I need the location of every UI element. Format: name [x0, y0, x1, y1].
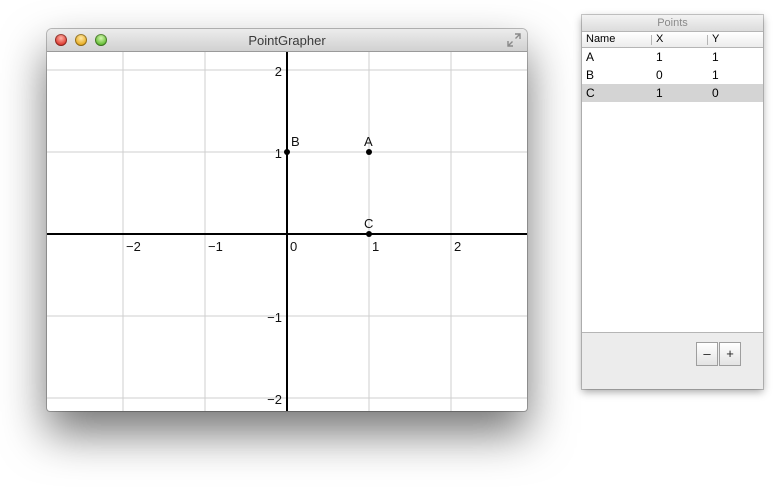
- point-label: A: [364, 134, 373, 149]
- cell-name: C: [586, 86, 595, 100]
- point-marker[interactable]: [284, 149, 290, 155]
- main-window: PointGrapher −2 −1 0 1 2 2 1 −1 −2 A B C: [47, 29, 527, 411]
- title-bar[interactable]: PointGrapher: [47, 29, 527, 52]
- graph-canvas[interactable]: −2 −1 0 1 2 2 1 −1 −2 A B C: [47, 52, 527, 411]
- axes: [47, 52, 527, 411]
- point-label: C: [364, 216, 373, 231]
- column-divider[interactable]: [707, 35, 708, 45]
- table-row[interactable]: B 0 1: [582, 66, 763, 84]
- point-label: B: [291, 134, 300, 149]
- x-tick-label: −2: [126, 239, 141, 254]
- y-tick-label: 1: [275, 146, 282, 161]
- x-tick-label: 1: [372, 239, 379, 254]
- tick-labels: −2 −1 0 1 2 2 1 −1 −2: [126, 64, 461, 407]
- points-table[interactable]: Name X Y A 1 1 B 0 1 C 1 0: [582, 32, 763, 333]
- add-point-button[interactable]: +: [719, 342, 741, 366]
- y-tick-label: −1: [267, 310, 282, 325]
- point-marker[interactable]: [366, 149, 372, 155]
- y-tick-label: −2: [267, 392, 282, 407]
- window-title: PointGrapher: [248, 33, 326, 48]
- x-tick-label: −1: [208, 239, 223, 254]
- y-tick-label: 2: [275, 64, 282, 79]
- table-header: Name X Y: [582, 32, 763, 48]
- point-marker[interactable]: [366, 231, 372, 237]
- table-body: A 1 1 B 0 1 C 1 0: [582, 48, 763, 102]
- cell-y: 0: [712, 86, 719, 100]
- panel-title-bar[interactable]: Points: [582, 15, 763, 32]
- x-tick-label: 2: [454, 239, 461, 254]
- column-header-name[interactable]: Name: [586, 32, 651, 47]
- cell-name: A: [586, 50, 595, 64]
- panel-title: Points: [657, 17, 688, 29]
- fullscreen-icon[interactable]: [507, 33, 521, 47]
- column-header-y[interactable]: Y: [712, 32, 757, 47]
- cell-name: B: [586, 68, 595, 82]
- cell-y: 1: [712, 68, 719, 82]
- cell-x: 1: [656, 50, 663, 64]
- points-panel: Points Name X Y A 1 1 B 0 1 C 1 0 – +: [582, 15, 763, 389]
- remove-point-button[interactable]: –: [696, 342, 718, 366]
- column-header-x[interactable]: X: [656, 32, 706, 47]
- table-row[interactable]: A 1 1: [582, 48, 763, 66]
- cell-y: 1: [712, 50, 719, 64]
- cell-x: 0: [656, 68, 663, 82]
- points-layer: A B C: [284, 134, 373, 237]
- x-tick-label: 0: [290, 239, 297, 254]
- cell-x: 1: [656, 86, 663, 100]
- table-row-selected[interactable]: C 1 0: [582, 84, 763, 102]
- column-divider[interactable]: [651, 35, 652, 45]
- add-remove-buttons: – +: [696, 342, 742, 366]
